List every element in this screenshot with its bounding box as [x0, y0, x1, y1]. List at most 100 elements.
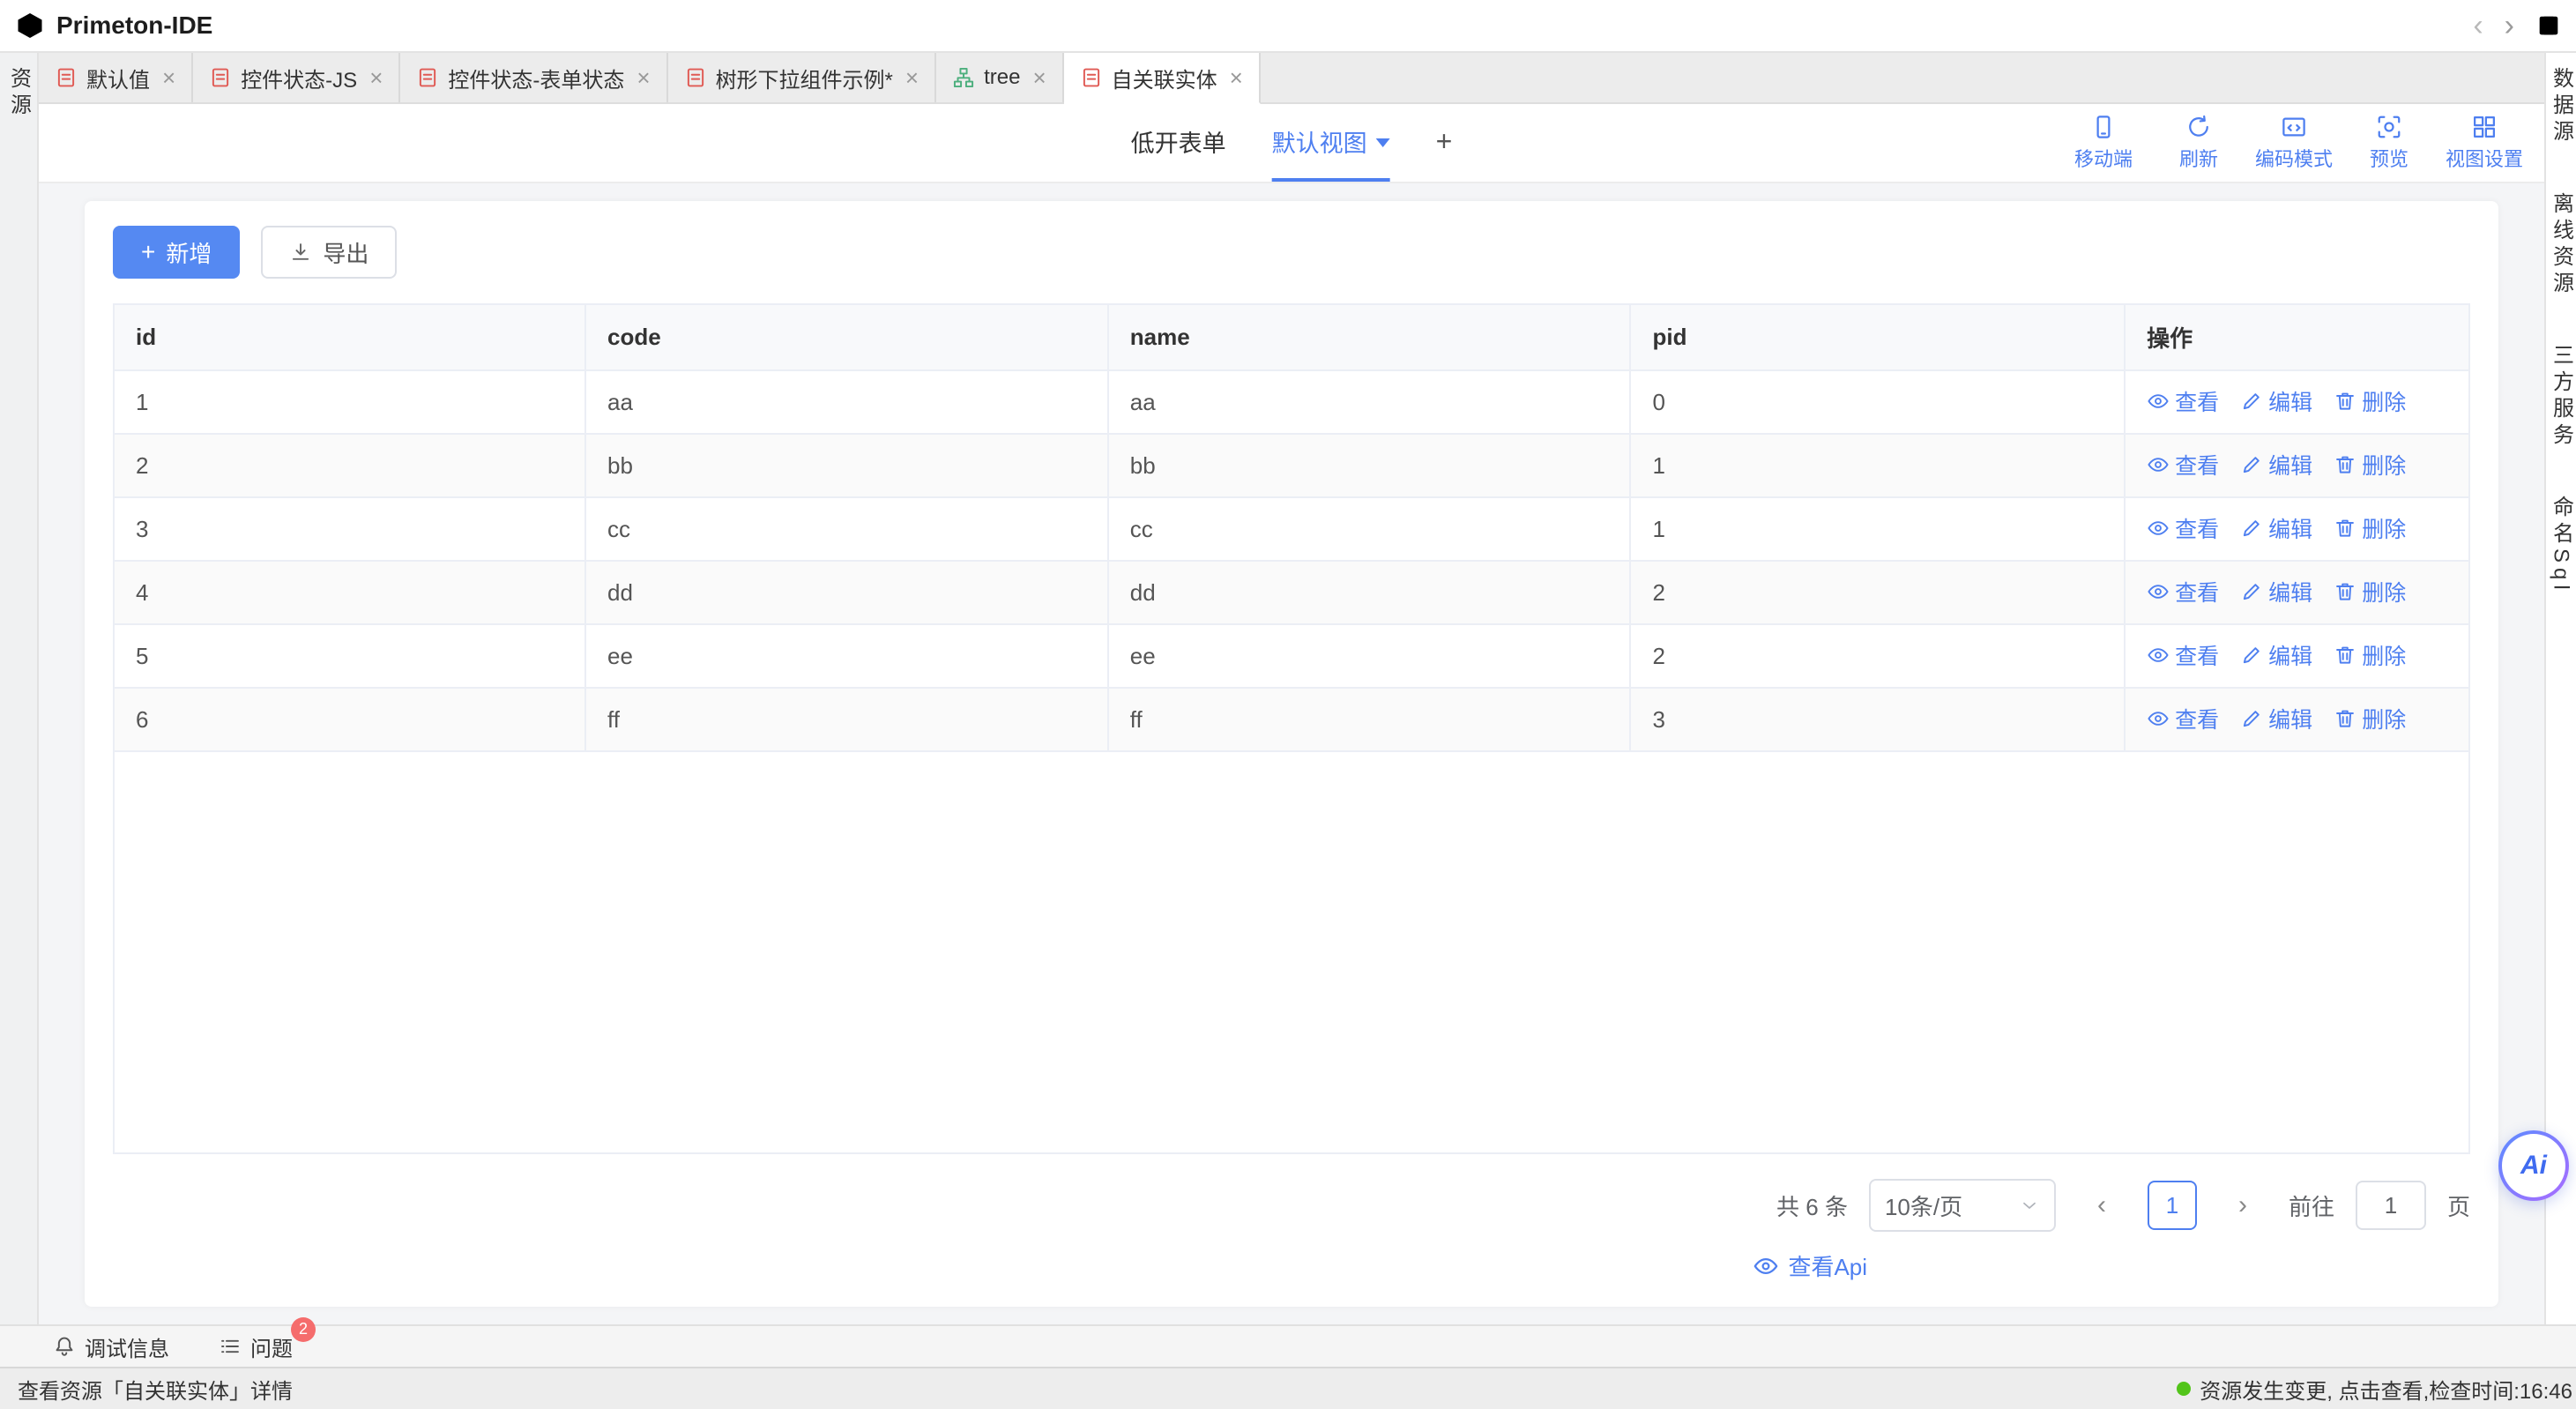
cell-id: 3: [115, 497, 585, 561]
editor-tab-3[interactable]: 树形下拉组件示例*×: [668, 53, 937, 102]
action-code-mode[interactable]: 编码模式: [2252, 114, 2336, 172]
sidebar-item-resources[interactable]: 资源: [4, 67, 34, 120]
row-action-delete[interactable]: 删除: [2334, 385, 2406, 417]
eye-icon: [2147, 517, 2170, 540]
view-tab-1[interactable]: 默认视图: [1272, 104, 1390, 182]
mobile-icon: [2090, 114, 2117, 140]
cell-actions: 查看编辑删除: [2125, 370, 2468, 434]
editor-tab-4[interactable]: tree×: [936, 53, 1064, 102]
row-action-edit[interactable]: 编辑: [2240, 576, 2312, 608]
row-action-edit[interactable]: 编辑: [2240, 385, 2312, 417]
column-header: code: [585, 305, 1108, 370]
resource-change-notice[interactable]: 资源发生变更, 点击查看,检查时间:16:46: [2177, 1374, 2572, 1405]
tab-close-icon[interactable]: ×: [369, 64, 383, 92]
refresh-icon: [2185, 114, 2212, 140]
tab-close-icon[interactable]: ×: [162, 64, 175, 92]
action-view-settings[interactable]: 视图设置: [2442, 114, 2527, 172]
row-action-edit[interactable]: 编辑: [2240, 639, 2312, 671]
app-title: Primeton-IDE: [56, 11, 212, 40]
view-toolbar: 低开表单默认视图 + 移动端刷新编码模式预览视图设置: [39, 104, 2544, 183]
editor-tab-5[interactable]: 自关联实体×: [1064, 53, 1261, 104]
table-row: 6ffff3查看编辑删除: [115, 688, 2468, 751]
next-page-button[interactable]: ›: [2218, 1181, 2267, 1230]
cell-code: ff: [585, 688, 1108, 751]
row-action-eye[interactable]: 查看: [2147, 449, 2219, 481]
row-action-eye[interactable]: 查看: [2147, 576, 2219, 608]
edit-icon: [2240, 580, 2263, 603]
cell-actions: 查看编辑删除: [2125, 624, 2468, 688]
cell-id: 4: [115, 561, 585, 624]
tab-close-icon[interactable]: ×: [637, 64, 650, 92]
row-action-edit[interactable]: 编辑: [2240, 449, 2312, 481]
download-icon: [289, 241, 312, 264]
goto-unit: 页: [2447, 1189, 2470, 1222]
cell-name: aa: [1108, 370, 1631, 434]
tab-close-icon[interactable]: ×: [905, 64, 919, 92]
tab-close-icon[interactable]: ×: [1032, 64, 1046, 92]
right-rail-item-3[interactable]: 命名Sql: [2546, 496, 2576, 595]
goto-page-input[interactable]: [2356, 1181, 2426, 1230]
editor-tab-1[interactable]: 控件状态-JS×: [193, 53, 400, 102]
ai-assistant-button[interactable]: Ai: [2498, 1130, 2569, 1201]
cell-id: 5: [115, 624, 585, 688]
editor-tabbar: 默认值×控件状态-JS×控件状态-表单状态×树形下拉组件示例*×tree×自关联…: [39, 53, 2544, 104]
row-action-delete[interactable]: 删除: [2334, 703, 2406, 734]
status-message[interactable]: 查看资源「自关联实体」详情: [18, 1374, 2177, 1405]
eye-icon: [2147, 644, 2170, 667]
view-api-link[interactable]: 查看Api: [1753, 1249, 1867, 1282]
prev-page-button[interactable]: ‹: [2077, 1181, 2126, 1230]
right-rail-item-1[interactable]: 离线资源: [2546, 192, 2576, 298]
cell-code: ee: [585, 624, 1108, 688]
row-action-eye[interactable]: 查看: [2147, 512, 2219, 544]
action-mobile[interactable]: 移动端: [2061, 114, 2146, 172]
eye-icon: [2147, 707, 2170, 730]
api-row: 查看Api: [113, 1249, 2470, 1282]
code-mode-icon: [2281, 114, 2307, 140]
view-tabs: 低开表单默认视图 +: [1131, 104, 1453, 182]
cell-code: cc: [585, 497, 1108, 561]
form-doc-icon: [416, 66, 439, 89]
action-preview[interactable]: 预览: [2347, 114, 2431, 172]
save-icon[interactable]: [2535, 12, 2562, 39]
history-back-icon[interactable]: ‹: [2473, 11, 2483, 41]
plus-icon: +: [141, 238, 155, 266]
page-1-button[interactable]: 1: [2148, 1181, 2197, 1230]
row-action-edit[interactable]: 编辑: [2240, 512, 2312, 544]
delete-icon: [2334, 580, 2356, 603]
row-action-edit[interactable]: 编辑: [2240, 703, 2312, 734]
chevron-down-icon: [2019, 1195, 2040, 1216]
cell-pid: 1: [1630, 497, 2125, 561]
row-action-delete[interactable]: 删除: [2334, 576, 2406, 608]
cell-name: ff: [1108, 688, 1631, 751]
row-action-delete[interactable]: 删除: [2334, 512, 2406, 544]
row-action-eye[interactable]: 查看: [2147, 385, 2219, 417]
view-tab-0[interactable]: 低开表单: [1131, 104, 1226, 182]
cell-code: bb: [585, 434, 1108, 497]
add-button[interactable]: + 新增: [113, 226, 240, 279]
cell-pid: 2: [1630, 624, 2125, 688]
caret-down-icon: [1376, 138, 1390, 147]
editor-area: 默认值×控件状态-JS×控件状态-表单状态×树形下拉组件示例*×tree×自关联…: [39, 53, 2544, 1324]
page-size-select[interactable]: 10条/页: [1869, 1179, 2056, 1232]
action-refresh[interactable]: 刷新: [2156, 114, 2241, 172]
debug-info-button[interactable]: 调试信息: [53, 1331, 169, 1362]
row-action-delete[interactable]: 删除: [2334, 449, 2406, 481]
cell-actions: 查看编辑删除: [2125, 497, 2468, 561]
right-rail-item-0[interactable]: 数据源: [2546, 67, 2576, 146]
row-action-delete[interactable]: 删除: [2334, 639, 2406, 671]
right-rail-item-2[interactable]: 三方服务: [2546, 344, 2576, 450]
export-button[interactable]: 导出: [261, 226, 397, 279]
green-dot-icon: [2177, 1382, 2191, 1396]
row-action-eye[interactable]: 查看: [2147, 703, 2219, 734]
history-forward-icon[interactable]: ›: [2505, 11, 2514, 41]
editor-tab-0[interactable]: 默认值×: [39, 53, 193, 102]
form-canvas: + 新增 导出 idcodenamepid操作1aaaa0查看编辑删除2bbbb…: [39, 183, 2544, 1324]
editor-tab-2[interactable]: 控件状态-表单状态×: [400, 53, 667, 102]
titlebar-actions: ‹ ›: [2473, 11, 2562, 41]
view-tab-2[interactable]: +: [1436, 104, 1453, 182]
problems-button[interactable]: 问题 2: [219, 1331, 293, 1362]
form-doc-icon: [1080, 66, 1103, 89]
bottom-toolbar: 调试信息 问题 2: [0, 1324, 2576, 1367]
row-action-eye[interactable]: 查看: [2147, 639, 2219, 671]
tab-close-icon[interactable]: ×: [1230, 64, 1243, 92]
